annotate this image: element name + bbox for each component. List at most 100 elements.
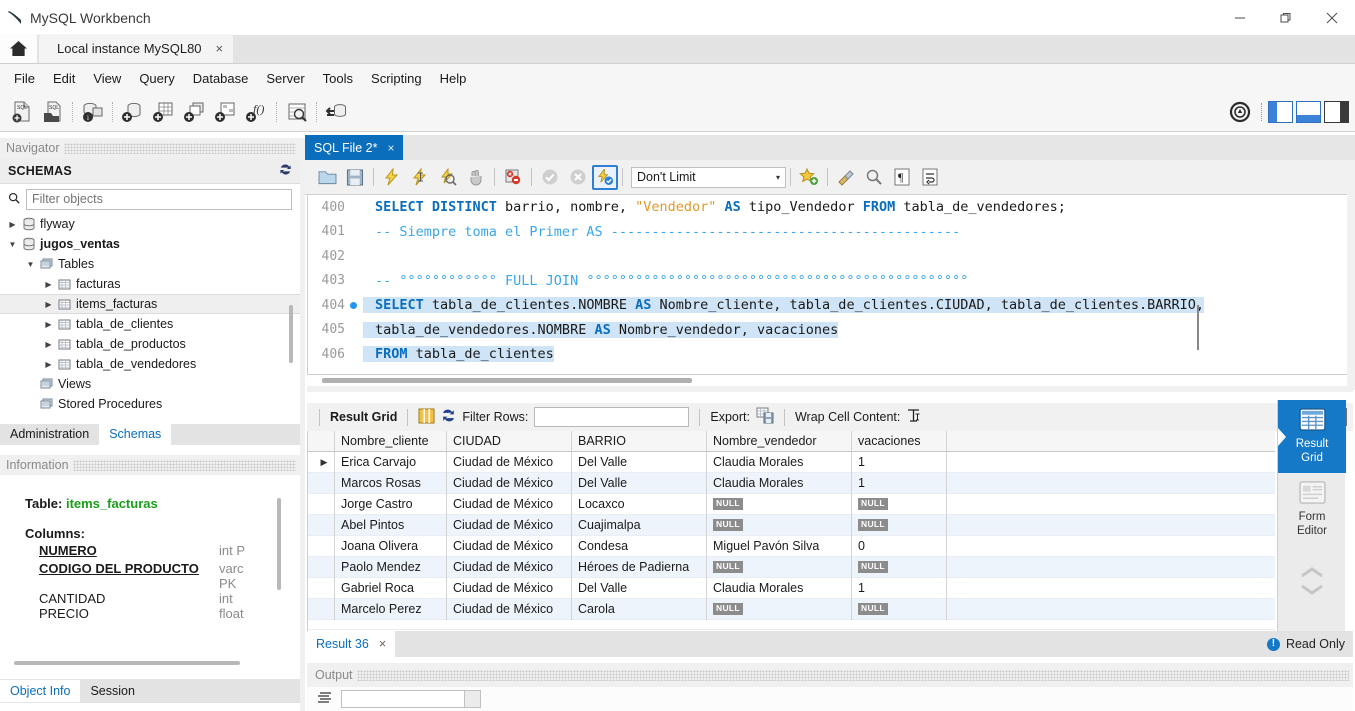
cell-barrio[interactable]: Del Valle [572, 451, 707, 473]
information-scrollbar[interactable] [277, 498, 281, 590]
home-tab[interactable] [0, 34, 37, 63]
chevron-right-icon[interactable]: ▶ [42, 300, 55, 309]
cell-vacaciones[interactable]: 0 [852, 535, 947, 557]
cell-ciudad[interactable]: Ciudad de México [447, 598, 572, 620]
snippet-save-icon[interactable] [795, 164, 823, 190]
rollback-icon[interactable] [564, 164, 592, 190]
cell-nombre-vendedor[interactable]: Claudia Morales [707, 577, 852, 599]
breakpoint-marker[interactable] [350, 228, 357, 235]
tree-item-tabla-de-productos[interactable]: ▶ tabla_de_productos [0, 334, 300, 354]
cell-barrio[interactable]: Del Valle [572, 472, 707, 494]
menu-edit[interactable]: Edit [44, 68, 84, 89]
table-row[interactable]: Abel Pintos Ciudad de México Cuajimalpa … [308, 514, 1275, 536]
grid-header-nombre-vendedor[interactable]: Nombre_vendedor [707, 431, 852, 451]
cell-vacaciones[interactable]: NULL [852, 514, 947, 536]
layout-sidebar-icon[interactable] [1268, 100, 1293, 123]
filter-rows-input[interactable] [534, 407, 690, 427]
chevron-right-icon[interactable]: ▶ [42, 280, 55, 289]
table-row[interactable]: Gabriel Roca Ciudad de México Del Valle … [308, 577, 1275, 599]
breakpoint-marker[interactable] [350, 326, 357, 333]
tab-sql-file-2[interactable]: SQL File 2* × [305, 135, 404, 160]
table-row[interactable]: Marcos Rosas Ciudad de México Del Valle … [308, 472, 1275, 494]
side-panel-form-editor[interactable]: Form Editor [1278, 473, 1346, 546]
refresh-grid-icon[interactable] [441, 408, 456, 426]
grid-header-barrio[interactable]: BARRIO [572, 431, 707, 451]
new-table-icon[interactable] [148, 97, 179, 127]
cell-nombre-cliente[interactable]: Abel Pintos [335, 514, 447, 536]
side-panel-result-grid[interactable]: Result Grid [1278, 400, 1346, 473]
grid-header-vacaciones[interactable]: vacaciones [852, 431, 947, 451]
execute-icon[interactable] [378, 164, 406, 190]
cell-nombre-cliente[interactable]: Joana Olivera [335, 535, 447, 557]
cell-nombre-cliente[interactable]: Marcos Rosas [335, 472, 447, 494]
tab-schemas[interactable]: Schemas [99, 424, 172, 445]
menu-tools[interactable]: Tools [314, 68, 362, 89]
cell-vacaciones[interactable]: NULL [852, 556, 947, 578]
tree-item-tabla-de-clientes[interactable]: ▶ tabla_de_clientes [0, 314, 300, 334]
minimize-button[interactable] [1217, 0, 1263, 35]
tree-item-items-facturas[interactable]: ▶ items_facturas [0, 294, 300, 314]
toggle-invisible-chars-icon[interactable]: ¶ [888, 164, 916, 190]
tree-item-flyway[interactable]: ▶ flyway [0, 214, 300, 234]
cell-ciudad[interactable]: Ciudad de México [447, 493, 572, 515]
explain-icon[interactable] [434, 164, 462, 190]
breakpoint-marker[interactable] [350, 253, 357, 260]
reconnect-server-icon[interactable] [321, 97, 352, 127]
code-line[interactable]: 402 [308, 244, 1352, 269]
cell-ciudad[interactable]: Ciudad de México [447, 472, 572, 494]
cell-vacaciones[interactable]: 1 [852, 472, 947, 494]
breakpoint-marker[interactable] [350, 277, 357, 284]
open-sql-script-icon[interactable]: SQL [37, 97, 68, 127]
cell-vacaciones[interactable]: 1 [852, 577, 947, 599]
new-sql-tab-icon[interactable]: SQL [6, 97, 37, 127]
cell-barrio[interactable]: Locaxco [572, 493, 707, 515]
cell-nombre-cliente[interactable]: Marcelo Perez [335, 598, 447, 620]
grid-header-ciudad[interactable]: CIUDAD [447, 431, 572, 451]
table-row-partial[interactable] [308, 620, 1275, 630]
cell-ciudad[interactable]: Ciudad de México [447, 514, 572, 536]
breakpoint-marker[interactable] [350, 301, 357, 309]
cell-nombre-vendedor[interactable]: Miguel Pavón Silva [707, 535, 852, 557]
cell-barrio[interactable]: Condesa [572, 535, 707, 557]
code-line[interactable]: 400 SELECT DISTINCT barrio, nombre, "Ven… [308, 195, 1352, 220]
tree-item-tabla-de-vendedores[interactable]: ▶ tabla_de_vendedores [0, 354, 300, 374]
menu-file[interactable]: File [5, 68, 44, 89]
output-mode-dropdown[interactable] [341, 690, 481, 708]
code-line[interactable]: 405 tabla_de_vendedores.NOMBRE AS Nombre… [308, 318, 1352, 343]
tab-local-instance[interactable]: Local instance MySQL80 × [39, 34, 234, 63]
tab-administration[interactable]: Administration [0, 424, 99, 445]
menu-database[interactable]: Database [184, 68, 258, 89]
cell-barrio[interactable]: Héroes de Padierna [572, 556, 707, 578]
menu-scripting[interactable]: Scripting [362, 68, 431, 89]
layout-output-icon[interactable] [1296, 100, 1321, 123]
table-row[interactable]: Marcelo Perez Ciudad de México Carola NU… [308, 598, 1275, 620]
cell-barrio[interactable]: Cuajimalpa [572, 514, 707, 536]
table-row[interactable]: Joana Olivera Ciudad de México Condesa M… [308, 535, 1275, 557]
cell-ciudad[interactable]: Ciudad de México [447, 535, 572, 557]
open-file-icon[interactable] [313, 164, 341, 190]
cell-vacaciones[interactable]: NULL [852, 493, 947, 515]
stop-icon[interactable] [462, 164, 490, 190]
chevron-right-icon[interactable]: ▶ [42, 320, 55, 329]
chevron-right-icon[interactable]: ▶ [6, 220, 19, 229]
editor-horizontal-scrollbar[interactable] [322, 378, 692, 383]
chevron-down-icon[interactable]: ▼ [6, 240, 19, 249]
information-hscrollbar[interactable] [14, 661, 240, 665]
cell-vacaciones[interactable]: 1 [852, 451, 947, 473]
cell-nombre-vendedor[interactable]: Claudia Morales [707, 472, 852, 494]
menu-server[interactable]: Server [257, 68, 313, 89]
row-limit-dropdown[interactable]: Don't Limit ▾ [631, 166, 786, 188]
wrap-text-icon[interactable] [906, 408, 921, 426]
grid-header-nombre-cliente[interactable]: Nombre_cliente [335, 431, 447, 451]
chevron-right-icon[interactable]: ▶ [42, 340, 55, 349]
breakpoint-marker[interactable] [350, 351, 357, 358]
chevron-down-icon[interactable]: ▼ [24, 260, 37, 269]
menu-query[interactable]: Query [130, 68, 183, 89]
toggle-autocommit-icon[interactable] [592, 164, 618, 190]
new-procedure-icon[interactable] [210, 97, 241, 127]
restore-button[interactable] [1263, 0, 1309, 35]
cell-ciudad[interactable]: Ciudad de México [447, 556, 572, 578]
execute-current-icon[interactable] [406, 164, 434, 190]
beautify-icon[interactable] [832, 164, 860, 190]
output-list-icon[interactable] [317, 691, 333, 708]
